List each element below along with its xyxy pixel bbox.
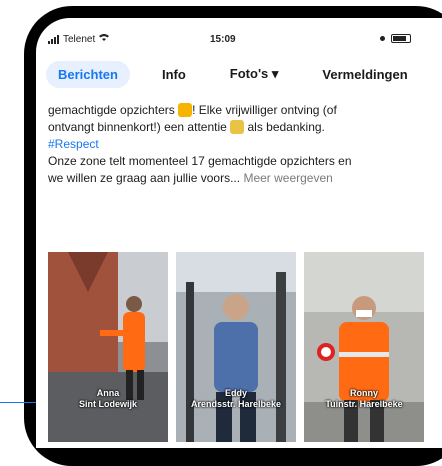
volunteer-location: Tuinstr. Harelbeke	[325, 399, 403, 409]
location-icon	[380, 36, 385, 41]
photo-1-image	[48, 252, 168, 442]
tab-fotos[interactable]: Foto's ▾	[218, 60, 291, 88]
photo-2[interactable]: Eddy Arendsstr. Harelbeke	[176, 252, 296, 442]
hand-emoji-icon	[178, 103, 193, 117]
status-time: 15:09	[210, 34, 236, 45]
post-line: gemachtigde opzichters ! Elke vrijwillig…	[48, 102, 438, 119]
post-text-segment: gemachtigde opzichters	[48, 103, 175, 117]
post-text: gemachtigde opzichters ! Elke vrijwillig…	[48, 102, 438, 187]
photo-caption: Anna Sint Lodewijk	[48, 388, 168, 410]
hashtag-link[interactable]: #Respect	[48, 136, 438, 153]
gift-emoji-icon	[230, 120, 245, 134]
tab-info[interactable]: Info	[150, 61, 198, 88]
photo-3-image	[304, 252, 424, 442]
page-tabs: Berichten Info Foto's ▾ Vermeldingen	[36, 58, 442, 90]
volunteer-location: Arendsstr. Harelbeke	[190, 399, 282, 409]
photo-caption: Ronny Tuinstr. Harelbeke	[304, 388, 424, 410]
post-text-segment: als bedanking.	[247, 120, 325, 134]
post-text-segment: we willen ze graag aan jullie voors...	[48, 171, 241, 185]
photo-grid: Anna Sint Lodewijk Eddy Arendsstr. Harel…	[48, 252, 442, 442]
status-right	[380, 34, 411, 43]
tab-berichten[interactable]: Berichten	[46, 60, 130, 88]
photo-caption: Eddy Arendsstr. Harelbeke	[176, 388, 296, 410]
battery-icon	[391, 34, 411, 43]
status-bar: Telenet 15:09	[36, 30, 442, 52]
post-line: ontvangt binnenkort!) een attentie als b…	[48, 119, 438, 136]
volunteer-name: Anna	[96, 388, 120, 398]
photo-2-image	[176, 252, 296, 442]
wifi-icon	[99, 34, 110, 45]
carrier-label: Telenet	[63, 34, 96, 45]
post-line: Onze zone telt momenteel 17 gemachtigde …	[48, 154, 352, 168]
post-text-segment: ontvangt binnenkort!) een attentie	[48, 120, 227, 134]
signal-icon	[48, 35, 59, 44]
post-text-segment: ! Elke vrijwilliger ontving (of	[192, 103, 337, 117]
volunteer-location: Sint Lodewijk	[78, 399, 137, 409]
volunteer-name: Eddy	[224, 388, 247, 398]
phone-screen: Telenet 15:09 Berichten Info Foto's ▾ Ve…	[36, 18, 442, 448]
tab-vermeldingen[interactable]: Vermeldingen	[310, 61, 419, 88]
post-line: we willen ze graag aan jullie voors... M…	[48, 170, 438, 187]
photo-3[interactable]: Ronny Tuinstr. Harelbeke	[304, 252, 424, 442]
status-left: Telenet	[48, 34, 110, 45]
photo-1[interactable]: Anna Sint Lodewijk	[48, 252, 168, 442]
see-more-link[interactable]: Meer weergeven	[243, 171, 332, 185]
volunteer-name: Ronny	[350, 388, 378, 398]
